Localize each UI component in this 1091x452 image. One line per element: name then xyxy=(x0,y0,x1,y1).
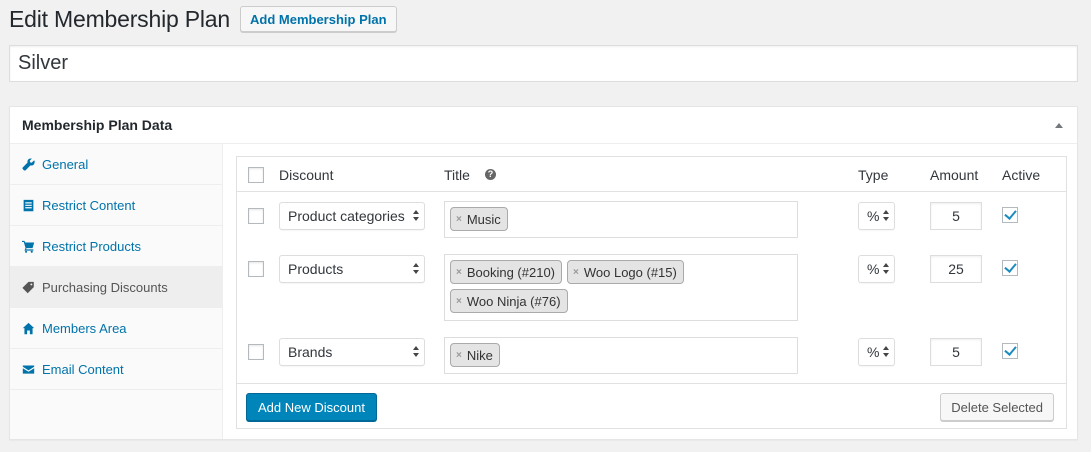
title-tag-label: Woo Ninja (#76) xyxy=(466,293,561,309)
select-arrows-icon xyxy=(882,210,890,222)
tab-purchasing-discounts[interactable]: Purchasing Discounts xyxy=(10,267,222,308)
discount-type-value: Product categories xyxy=(288,208,405,224)
discount-type-value: Products xyxy=(288,261,344,277)
tab-general[interactable]: General xyxy=(10,144,222,185)
tab-restrict-content-label: Restrict Content xyxy=(42,197,136,213)
col-title-label: Title xyxy=(444,166,470,183)
discount-type-value: Brands xyxy=(288,344,333,360)
title-tag: × Woo Logo (#15) xyxy=(567,260,684,284)
tab-restrict-content[interactable]: Restrict Content xyxy=(10,185,222,226)
title-tag: × Booking (#210) xyxy=(450,260,563,284)
tab-restrict-products-label: Restrict Products xyxy=(42,238,141,254)
title-tag-label: Music xyxy=(466,211,501,227)
select-arrows-icon xyxy=(412,210,420,222)
table-row: Products × Booking (#210) × Woo Logo (#1… xyxy=(237,254,1066,323)
discount-type-select[interactable]: Products xyxy=(279,255,425,283)
plan-data-tabs: General Restrict Content Restrict Produc… xyxy=(10,144,223,439)
remove-tag-icon[interactable]: × xyxy=(456,350,462,361)
remove-tag-icon[interactable]: × xyxy=(456,214,462,225)
postbox-header[interactable]: Membership Plan Data xyxy=(10,107,1077,144)
help-icon[interactable]: ? xyxy=(484,169,496,180)
col-title: Title ? xyxy=(444,157,496,192)
amount-type-select[interactable]: % xyxy=(858,338,895,366)
col-amount: Amount xyxy=(930,166,979,183)
panel-footer: Add New Discount Delete Selected xyxy=(237,383,1066,428)
active-checkbox[interactable] xyxy=(1002,207,1018,223)
discount-type-select[interactable]: Product categories xyxy=(279,202,425,230)
home-icon xyxy=(21,321,35,335)
active-checkbox[interactable] xyxy=(1002,343,1018,359)
select-arrows-icon xyxy=(412,346,420,358)
tag-icon xyxy=(21,280,35,294)
table-row: Product categories × Music % 5 xyxy=(237,201,1066,240)
tab-email-content-label: Email Content xyxy=(42,361,124,377)
select-arrows-icon xyxy=(882,263,890,275)
amount-input[interactable]: 5 xyxy=(930,338,982,366)
title-tags-field[interactable]: × Booking (#210) × Woo Logo (#15) × Woo … xyxy=(444,254,798,321)
postbox-title: Membership Plan Data xyxy=(22,117,173,133)
remove-tag-icon[interactable]: × xyxy=(573,267,579,278)
collapse-toggle-icon[interactable] xyxy=(1055,123,1063,128)
discounts-panel: Discount Title ? Type Amount Active Prod… xyxy=(236,156,1067,429)
title-tag: × Music xyxy=(450,207,508,231)
tab-purchasing-discounts-label: Purchasing Discounts xyxy=(42,279,168,295)
page-header: Edit Membership Plan Add Membership Plan xyxy=(9,4,397,34)
amount-input[interactable]: 25 xyxy=(930,255,982,283)
remove-tag-icon[interactable]: × xyxy=(456,296,462,307)
amount-input[interactable]: 5 xyxy=(930,202,982,230)
add-membership-plan-button[interactable]: Add Membership Plan xyxy=(240,6,397,32)
row-checkbox[interactable] xyxy=(248,208,264,224)
row-checkbox[interactable] xyxy=(248,344,264,360)
select-arrows-icon xyxy=(412,263,420,275)
select-all-checkbox[interactable] xyxy=(248,167,264,183)
remove-tag-icon[interactable]: × xyxy=(456,267,462,278)
select-arrows-icon xyxy=(882,346,890,358)
delete-selected-button[interactable]: Delete Selected xyxy=(940,393,1054,421)
title-tag-label: Booking (#210) xyxy=(466,264,556,280)
col-type: Type xyxy=(858,166,889,183)
tab-members-area-label: Members Area xyxy=(42,320,127,336)
add-new-discount-button[interactable]: Add New Discount xyxy=(246,393,377,421)
document-icon xyxy=(21,198,35,212)
active-checkbox[interactable] xyxy=(1002,260,1018,276)
col-active: Active xyxy=(1002,166,1041,183)
plan-title-input[interactable]: Silver xyxy=(9,45,1078,82)
page-title: Edit Membership Plan xyxy=(9,5,230,32)
table-row: Brands × Nike % 5 xyxy=(237,337,1066,376)
title-tag: × Nike xyxy=(450,343,500,367)
discount-type-select[interactable]: Brands xyxy=(279,338,425,366)
col-discount: Discount xyxy=(279,166,334,183)
cart-icon xyxy=(21,239,35,253)
tab-restrict-products[interactable]: Restrict Products xyxy=(10,226,222,267)
tab-general-label: General xyxy=(42,156,89,172)
title-tag-label: Nike xyxy=(466,347,493,363)
amount-type-select[interactable]: % xyxy=(858,202,895,230)
row-checkbox[interactable] xyxy=(248,261,264,277)
title-tags-field[interactable]: × Nike xyxy=(444,337,798,374)
table-header: Discount Title ? Type Amount Active xyxy=(237,157,1066,192)
membership-plan-data-box: Membership Plan Data General Restrict Co… xyxy=(9,106,1078,440)
amount-type-select[interactable]: % xyxy=(858,255,895,283)
tab-members-area[interactable]: Members Area xyxy=(10,308,222,349)
title-tag-label: Woo Logo (#15) xyxy=(583,264,677,280)
wrench-icon xyxy=(21,157,35,171)
title-tags-field[interactable]: × Music xyxy=(444,201,798,238)
title-tag: × Woo Ninja (#76) xyxy=(450,289,568,313)
email-icon xyxy=(21,362,35,376)
tab-email-content[interactable]: Email Content xyxy=(10,349,222,390)
